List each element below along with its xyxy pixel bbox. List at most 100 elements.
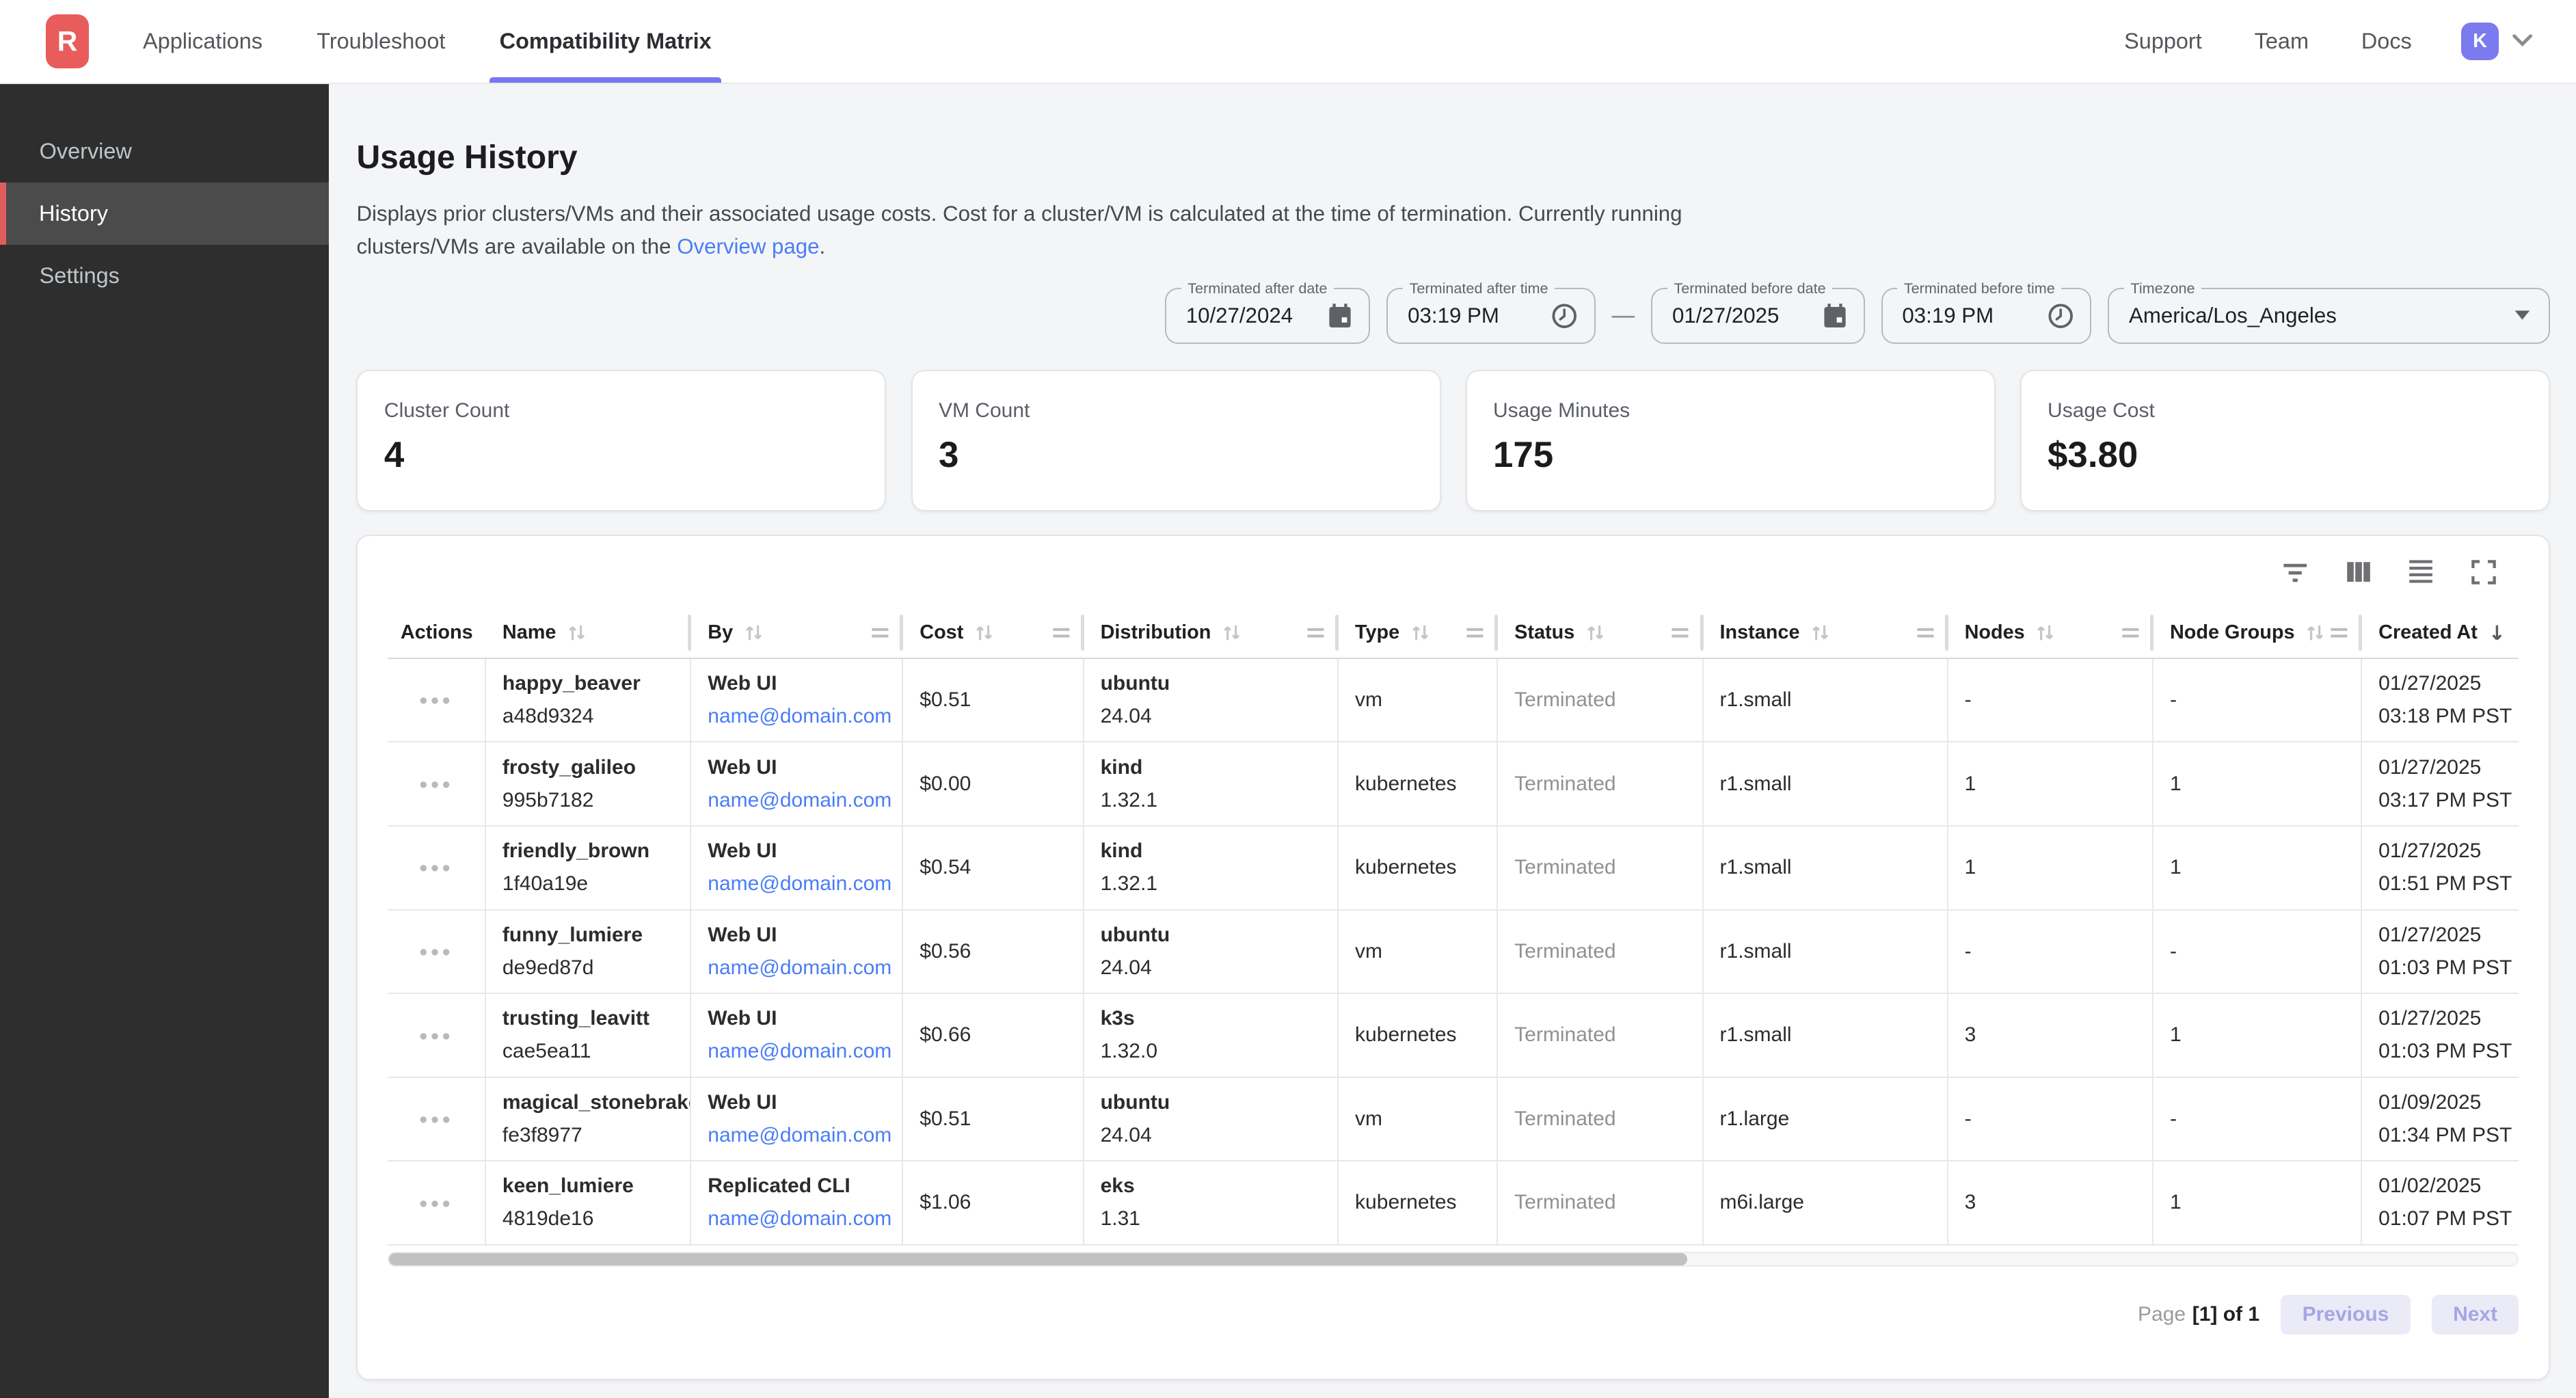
page-title: Usage History [356, 138, 2549, 176]
column-menu-icon[interactable] [1670, 625, 1690, 641]
cell-type: kubernetes [1339, 826, 1498, 909]
sort-arrows-icon[interactable] [2035, 622, 2056, 643]
creator-email-link[interactable]: name@domain.com [708, 1035, 902, 1068]
cost-value: $0.00 [920, 772, 1082, 796]
tab-applications[interactable]: Applications [136, 0, 269, 83]
scrollbar-thumb[interactable] [389, 1253, 1687, 1265]
terminated-after-time-field[interactable]: Terminated after time 03:19 PM [1386, 288, 1595, 344]
column-menu-icon[interactable] [1465, 625, 1485, 641]
sort-arrows-icon[interactable] [1221, 622, 1242, 643]
table-row: ●●● magical_stonebraker fe3f8977 Web UI … [388, 1078, 2519, 1162]
instance-type: r1.small [1720, 772, 1947, 796]
sort-arrows-icon[interactable] [1410, 622, 1431, 643]
column-menu-icon[interactable] [2329, 625, 2349, 641]
row-actions-button[interactable]: ●●● [412, 686, 459, 714]
column-header-actions: Actions [388, 608, 486, 657]
cluster-id: cae5ea11 [502, 1035, 690, 1068]
cell-distribution: ubuntu 24.04 [1084, 1078, 1339, 1161]
column-menu-icon[interactable] [2121, 625, 2141, 641]
nav-link-team[interactable]: Team [2255, 29, 2309, 54]
column-header-node-groups[interactable]: Node Groups [2154, 608, 2362, 657]
creator-email-link[interactable]: name@domain.com [708, 1202, 902, 1235]
column-header-instance[interactable]: Instance [1704, 608, 1948, 657]
previous-page-button[interactable]: Previous [2281, 1295, 2410, 1334]
column-menu-icon[interactable] [1916, 625, 1935, 641]
column-menu-icon[interactable] [1051, 625, 1071, 641]
creator-email-link[interactable]: name@domain.com [708, 1119, 902, 1152]
sort-arrows-icon[interactable] [1585, 622, 1606, 643]
created-time: 01:03 PM PST [2378, 1035, 2519, 1068]
sort-arrows-icon[interactable] [566, 622, 587, 643]
cell-distribution: k3s 1.32.0 [1084, 994, 1339, 1077]
terminated-before-date-field[interactable]: Terminated before date 01/27/2025 [1651, 288, 1864, 344]
sort-arrows-icon[interactable] [974, 622, 995, 643]
status-badge: Terminated [1514, 940, 1702, 963]
cell-status: Terminated [1498, 1078, 1703, 1161]
terminated-after-date-field[interactable]: Terminated after date 10/27/2024 [1165, 288, 1370, 344]
cluster-name: happy_beaver [502, 667, 690, 700]
nav-link-docs[interactable]: Docs [2361, 29, 2412, 54]
timezone-value: America/Los_Angeles [2129, 304, 2337, 328]
type-value: vm [1355, 688, 1497, 712]
cluster-name: keen_lumiere [502, 1170, 690, 1202]
distribution-name: ubuntu [1101, 919, 1337, 952]
created-time: 01:51 PM PST [2378, 868, 2519, 900]
fullscreen-button[interactable] [2468, 556, 2499, 588]
cell-type: kubernetes [1339, 742, 1498, 825]
replicated-logo[interactable]: R [46, 14, 88, 68]
creator-email-link[interactable]: name@domain.com [708, 700, 902, 733]
cell-instance: r1.small [1704, 742, 1948, 825]
type-value: vm [1355, 1107, 1497, 1131]
creator-email-link[interactable]: name@domain.com [708, 784, 902, 817]
terminated-after-date-label: Terminated after date [1181, 280, 1334, 297]
stat-cards: Cluster Count 4 VM Count 3 Usage Minutes… [356, 370, 2549, 511]
density-icon [2409, 559, 2433, 584]
tab-troubleshoot[interactable]: Troubleshoot [310, 0, 452, 83]
table-row: ●●● happy_beaver a48d9324 Web UI name@do… [388, 659, 2519, 743]
column-menu-icon[interactable] [1306, 625, 1326, 641]
creator-email-link[interactable]: name@domain.com [708, 868, 902, 900]
dropdown-arrow-icon [2496, 309, 2532, 322]
column-header-type[interactable]: Type [1339, 608, 1498, 657]
sidebar-item-settings[interactable]: Settings [0, 245, 329, 307]
horizontal-scrollbar[interactable] [388, 1252, 2519, 1267]
cell-distribution: eks 1.31 [1084, 1161, 1339, 1244]
cell-instance: m6i.large [1704, 1161, 1948, 1244]
column-menu-icon[interactable] [870, 625, 890, 641]
creator-email-link[interactable]: name@domain.com [708, 952, 902, 984]
column-header-by[interactable]: By [691, 608, 903, 657]
cell-actions: ●●● [388, 826, 486, 909]
filter-button[interactable] [2279, 557, 2312, 587]
sort-arrows-icon[interactable] [743, 622, 764, 643]
cell-node-groups: - [2154, 1078, 2362, 1161]
timezone-select[interactable]: Timezone America/Los_Angeles [2108, 288, 2549, 344]
row-actions-button[interactable]: ●●● [412, 854, 459, 882]
density-button[interactable] [2406, 556, 2437, 589]
created-by-source: Web UI [708, 751, 902, 784]
row-actions-button[interactable]: ●●● [412, 1189, 459, 1217]
column-header-nodes[interactable]: Nodes [1948, 608, 2154, 657]
nav-link-support[interactable]: Support [2124, 29, 2202, 54]
column-header-created-at[interactable]: Created At [2362, 608, 2519, 657]
column-header-name[interactable]: Name [486, 608, 691, 657]
sort-arrows-icon[interactable] [2305, 622, 2326, 643]
sort-desc-icon[interactable] [2487, 622, 2507, 643]
next-page-button[interactable]: Next [2432, 1295, 2519, 1334]
row-actions-button[interactable]: ●●● [412, 1105, 459, 1133]
terminated-after-time-value: 03:19 PM [1408, 304, 1499, 328]
column-header-distribution[interactable]: Distribution [1084, 608, 1339, 657]
row-actions-button[interactable]: ●●● [412, 937, 459, 965]
account-menu-button[interactable]: K [2461, 23, 2534, 60]
tab-compatibility-matrix[interactable]: Compatibility Matrix [493, 0, 718, 83]
sort-arrows-icon[interactable] [1810, 622, 1831, 643]
sidebar-item-history[interactable]: History [0, 183, 329, 245]
overview-page-link[interactable]: Overview page [677, 234, 819, 258]
terminated-before-time-field[interactable]: Terminated before time 03:19 PM [1881, 288, 2092, 344]
column-header-cost[interactable]: Cost [903, 608, 1084, 657]
row-actions-button[interactable]: ●●● [412, 770, 459, 798]
columns-button[interactable] [2343, 558, 2374, 586]
created-date: 01/27/2025 [2378, 919, 2519, 952]
row-actions-button[interactable]: ●●● [412, 1021, 459, 1049]
sidebar-item-overview[interactable]: Overview [0, 120, 329, 182]
column-header-status[interactable]: Status [1498, 608, 1703, 657]
